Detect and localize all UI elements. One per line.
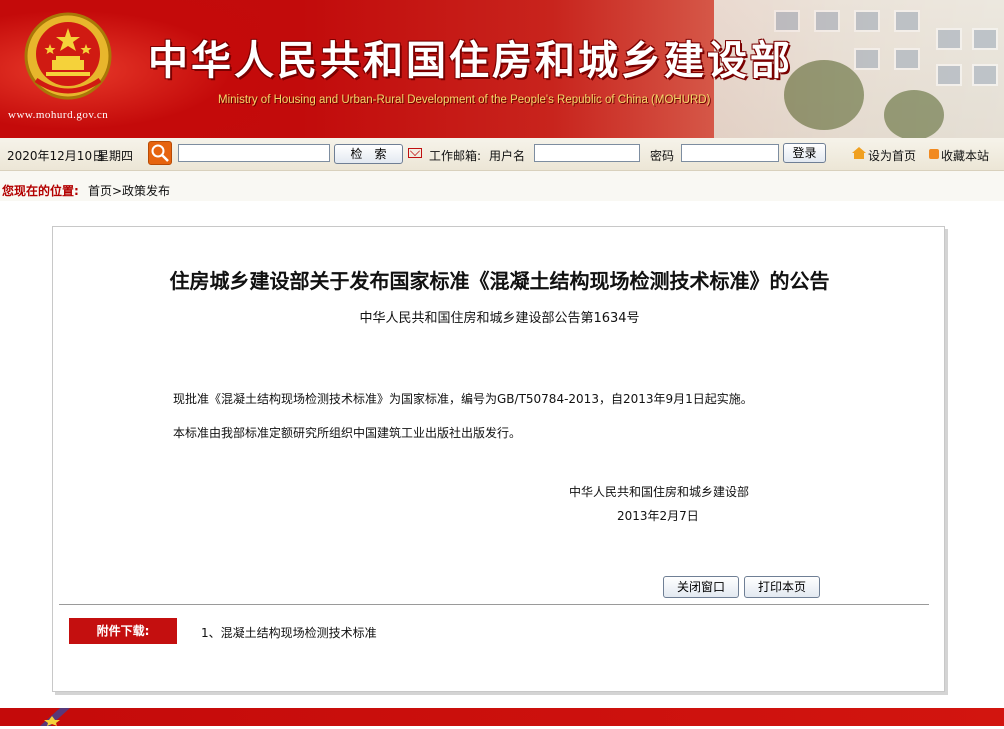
article-title: 住房城乡建设部关于发布国家标准《混凝土结构现场检测技术标准》的公告 — [169, 269, 830, 293]
username-label: 用户名 — [489, 149, 526, 163]
divider — [59, 604, 929, 605]
footer-strip — [0, 708, 1004, 726]
attachment-link[interactable]: 1、混凝土结构现场检测技术标准 — [201, 624, 377, 641]
close-window-button[interactable]: 关闭窗口 — [663, 576, 739, 598]
location-label: 您现在的位置: — [2, 184, 79, 198]
attachments-label: 附件下载: — [69, 618, 177, 644]
mail-icon — [408, 148, 422, 158]
current-date: 2020年12月10日 — [7, 149, 105, 163]
password-field[interactable] — [681, 144, 779, 162]
username-field[interactable] — [534, 144, 640, 162]
current-weekday: 星期四 — [97, 149, 134, 163]
search-icon[interactable] — [148, 141, 172, 165]
article-subtitle: 中华人民共和国住房和城乡建设部公告第1634号 — [359, 311, 640, 326]
search-button[interactable]: 检 索 — [334, 144, 403, 164]
set-homepage-link[interactable]: 设为首页 — [868, 147, 916, 164]
article-panel: 住房城乡建设部关于发布国家标准《混凝土结构现场检测技术标准》的公告 中华人民共和… — [52, 226, 945, 692]
article-date: 2013年2月7日 — [617, 509, 699, 523]
breadcrumb: 您现在的位置: 首页>政策发布 — [0, 171, 1004, 201]
flag-decoration-icon — [40, 708, 70, 726]
bookmark-link[interactable]: 收藏本站 — [941, 147, 989, 164]
header-banner: www.mohurd.gov.cn 中华人民共和国住房和城乡建设部 Minist… — [0, 0, 1004, 138]
breadcrumb-links[interactable]: 首页>政策发布 — [88, 182, 170, 199]
article-paragraph: 现批准《混凝土结构现场检测技术标准》为国家标准，编号为GB/T50784-201… — [173, 392, 753, 406]
top-toolbar: 2020年12月10日 星期四 检 索 工作邮箱: 用户名 密码 登录 设为首页… — [0, 138, 1004, 171]
password-label: 密码 — [650, 149, 675, 163]
search-input[interactable] — [178, 144, 330, 162]
home-icon — [852, 147, 866, 159]
login-button[interactable]: 登录 — [783, 143, 826, 163]
print-page-button[interactable]: 打印本页 — [744, 576, 820, 598]
article-paragraph: 本标准由我部标准定额研究所组织中国建筑工业出版社出版发行。 — [173, 426, 522, 440]
rss-icon — [929, 149, 939, 159]
national-emblem-icon — [24, 12, 112, 100]
email-label: 工作邮箱: — [429, 149, 482, 163]
site-url: www.mohurd.gov.cn — [8, 109, 109, 121]
site-title-cn: 中华人民共和国住房和城乡建设部 — [148, 38, 793, 84]
site-title-en: Ministry of Housing and Urban-Rural Deve… — [218, 94, 711, 106]
article-signature: 中华人民共和国住房和城乡建设部 — [569, 485, 750, 499]
